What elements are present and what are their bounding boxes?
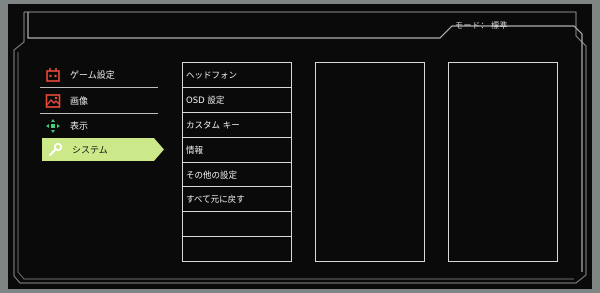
submenu-item-reset-all[interactable]: すべて元に戻す [183, 187, 291, 213]
menu-item-label: ゲーム設定 [70, 71, 115, 81]
menu-item-display[interactable]: 表示 [40, 114, 164, 137]
menu-item-system[interactable]: システム [42, 138, 164, 161]
mode-indicator: モード： 標準 [453, 20, 508, 31]
submenu-item-empty [183, 237, 291, 262]
display-icon [44, 117, 62, 135]
option-column [315, 62, 425, 262]
osd-screen: モード： 標準 ゲーム設定 画像 表示 システム ヘッドフォン OSD 設定 カ… [0, 0, 600, 293]
picture-icon [44, 92, 62, 110]
menu-item-game-settings[interactable]: ゲーム設定 [40, 63, 164, 88]
submenu-item-headphone[interactable]: ヘッドフォン [183, 63, 291, 88]
menu-item-label: システム [72, 146, 108, 156]
submenu-item-information[interactable]: 情報 [183, 138, 291, 163]
submenu-item-empty [183, 212, 291, 238]
menu-item-label: 表示 [70, 122, 89, 132]
game-settings-icon [44, 66, 62, 84]
mode-value: 標準 [491, 21, 508, 30]
submenu-item-other-settings[interactable]: その他の設定 [183, 163, 291, 188]
submenu-item-osd-settings[interactable]: OSD 設定 [183, 88, 291, 113]
value-column [448, 62, 558, 262]
menu-item-label: 画像 [70, 97, 89, 107]
mode-label: モード： [455, 21, 489, 30]
menu-divider [40, 87, 158, 88]
wrench-icon [46, 141, 64, 159]
submenu-item-custom-key[interactable]: カスタム キー [183, 113, 291, 138]
menu-item-picture[interactable]: 画像 [40, 89, 164, 114]
submenu-list: ヘッドフォン OSD 設定 カスタム キー 情報 その他の設定 すべて元に戻す [182, 62, 292, 262]
